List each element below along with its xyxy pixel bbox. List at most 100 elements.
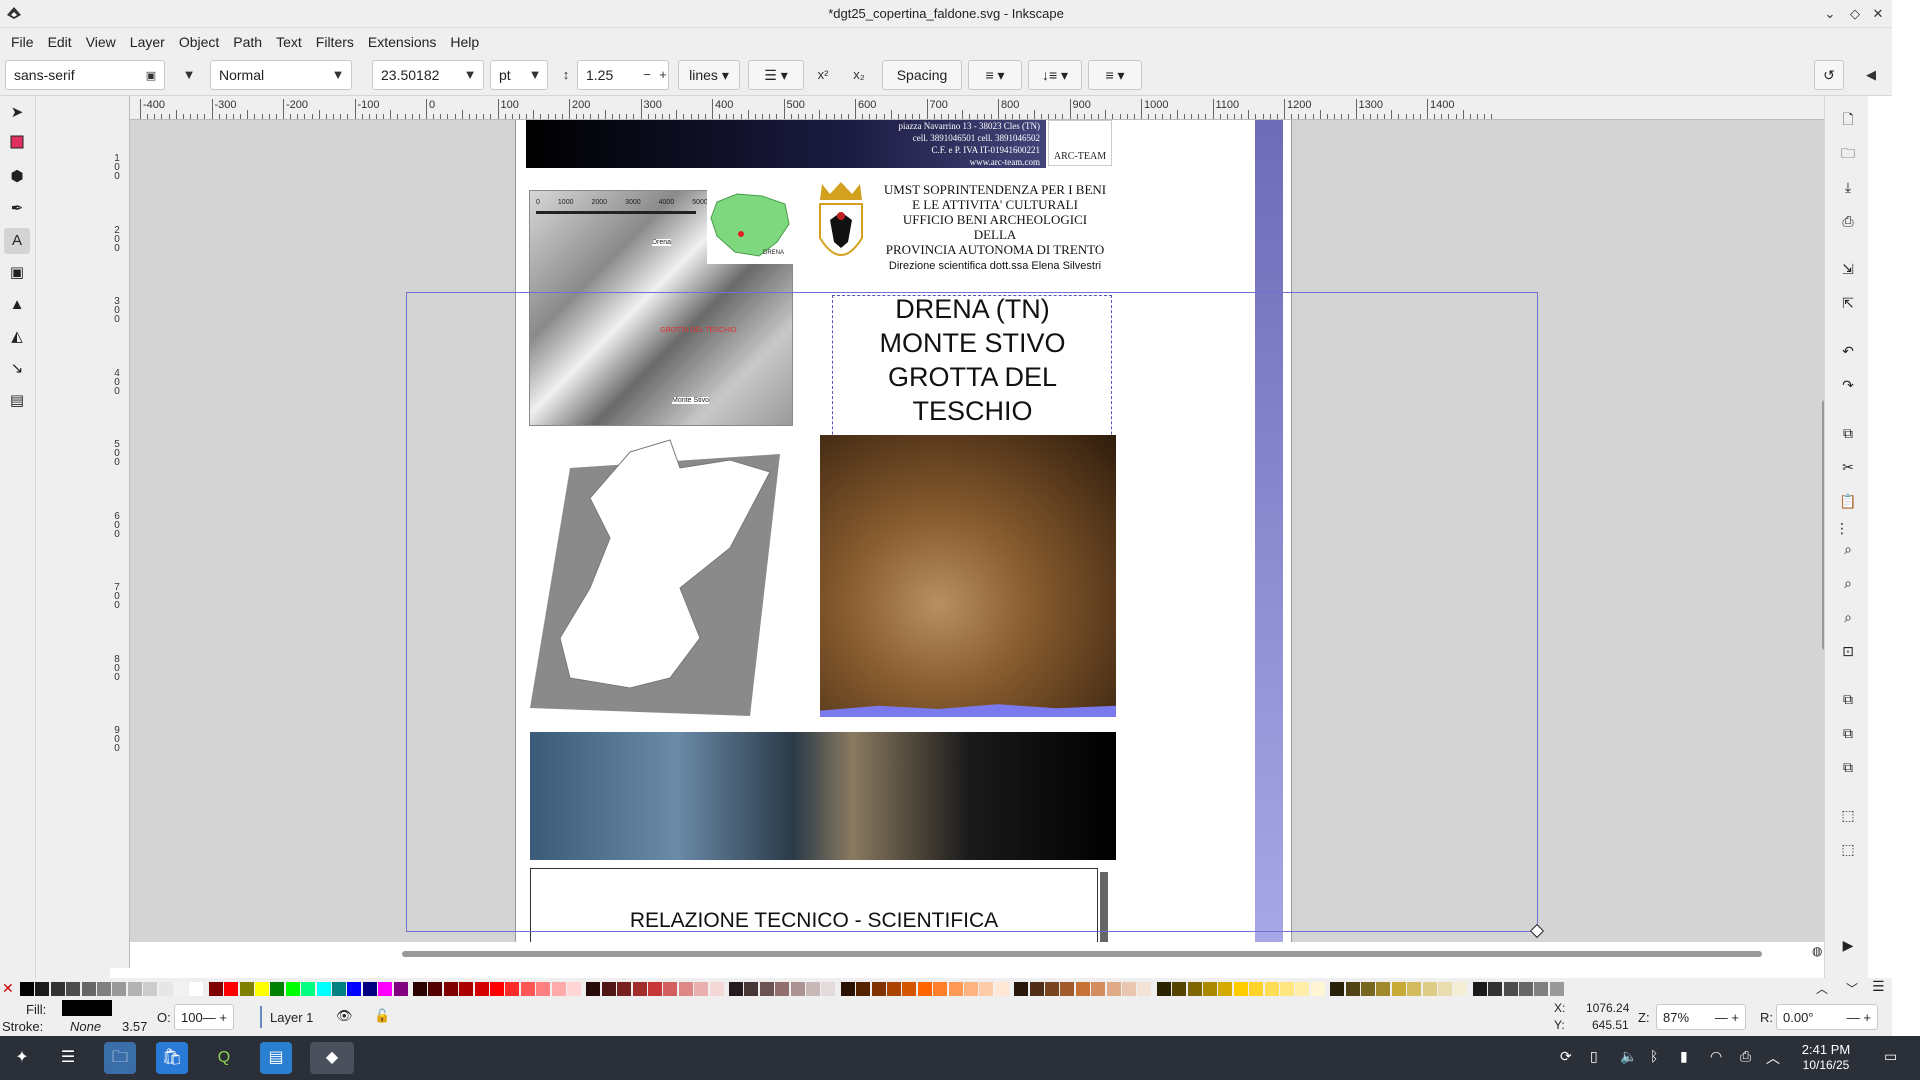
- bluetooth-icon[interactable]: ᛒ: [1650, 1048, 1658, 1064]
- color-swatch[interactable]: [1472, 982, 1487, 996]
- color-swatch[interactable]: [1014, 982, 1029, 996]
- color-swatch[interactable]: [174, 982, 188, 996]
- palette-scroll-down-icon[interactable]: ﹀: [1846, 980, 1858, 997]
- text-orientation-select[interactable]: ↓≡ ▾: [1028, 60, 1082, 90]
- color-swatch[interactable]: [994, 982, 1009, 996]
- color-swatch[interactable]: [1310, 982, 1325, 996]
- color-swatch[interactable]: [490, 982, 504, 996]
- horizontal-ruler[interactable]: -400 -300 -200 -100 0 100 200 300 400 500 600 700 80…: [128, 96, 1824, 120]
- superscript-icon[interactable]: x²: [812, 64, 834, 86]
- font-family-dropdown-icon[interactable]: ▼: [178, 64, 200, 86]
- color-swatch[interactable]: [1060, 982, 1075, 996]
- menu-edit[interactable]: Edit: [41, 28, 79, 56]
- color-swatch[interactable]: [536, 982, 551, 996]
- color-swatch[interactable]: [1218, 982, 1233, 996]
- color-swatch[interactable]: [1156, 982, 1171, 996]
- color-swatch[interactable]: [378, 982, 393, 996]
- color-swatch[interactable]: [840, 982, 855, 996]
- color-swatch[interactable]: [50, 982, 65, 996]
- color-swatch[interactable]: [1075, 982, 1090, 996]
- minimize-icon[interactable]: ⌄: [1820, 4, 1840, 24]
- zoom-fit-icon[interactable]: ⊡: [1837, 640, 1859, 662]
- color-swatch[interactable]: [1295, 982, 1310, 996]
- color-swatch[interactable]: [413, 982, 427, 996]
- color-swatch[interactable]: [694, 982, 709, 996]
- color-swatch[interactable]: [285, 982, 300, 996]
- menu-file[interactable]: File: [4, 28, 41, 56]
- updates-icon[interactable]: ⟳: [1560, 1048, 1572, 1065]
- text-tool-icon[interactable]: A: [4, 228, 30, 254]
- color-swatch[interactable]: [224, 982, 239, 996]
- ungroup-icon[interactable]: ⬚: [1837, 838, 1859, 860]
- color-swatch[interactable]: [505, 982, 520, 996]
- rectangle-tool-icon[interactable]: [4, 132, 30, 158]
- expand-commands-icon[interactable]: ▶: [1837, 934, 1859, 956]
- color-swatch[interactable]: [1488, 982, 1503, 996]
- color-swatch[interactable]: [1519, 982, 1533, 996]
- color-swatch[interactable]: [1549, 982, 1564, 996]
- color-swatch[interactable]: [143, 982, 158, 996]
- font-family-input[interactable]: sans-serif: [5, 60, 165, 90]
- stroke-value[interactable]: None: [70, 1019, 101, 1034]
- selection-bounding-box[interactable]: [406, 292, 1538, 932]
- color-swatch[interactable]: [729, 982, 743, 996]
- dock-handle-icon[interactable]: ⋮: [1835, 520, 1849, 537]
- layer-lock-icon[interactable]: 🔓: [374, 1008, 390, 1024]
- color-swatch[interactable]: [1534, 982, 1549, 996]
- layer-visibility-icon[interactable]: 👁: [336, 1008, 353, 1024]
- color-swatch[interactable]: [601, 982, 616, 996]
- show-desktop-icon[interactable]: ▭: [1884, 1048, 1897, 1065]
- color-swatch[interactable]: [35, 982, 50, 996]
- color-swatch[interactable]: [1106, 982, 1121, 996]
- increment-icon[interactable]: +: [652, 64, 674, 86]
- color-swatch[interactable]: [821, 982, 836, 996]
- color-swatch[interactable]: [806, 982, 820, 996]
- color-swatch[interactable]: [20, 982, 34, 996]
- color-swatch[interactable]: [1172, 982, 1187, 996]
- inkscape-taskbar-icon[interactable]: ◆: [310, 1042, 354, 1074]
- color-swatch[interactable]: [1345, 982, 1360, 996]
- menu-filters[interactable]: Filters: [309, 28, 361, 56]
- menu-path[interactable]: Path: [226, 28, 269, 56]
- pages-tool-icon[interactable]: ▤: [4, 388, 30, 414]
- task-manager-icon[interactable]: ☰: [52, 1042, 84, 1074]
- color-swatch[interactable]: [97, 982, 111, 996]
- spacing-button[interactable]: Spacing: [882, 60, 962, 90]
- palette-menu-icon[interactable]: ☰: [1872, 978, 1885, 995]
- close-icon[interactable]: ✕: [1868, 4, 1888, 24]
- box3d-tool-icon[interactable]: ⬢: [4, 164, 30, 190]
- current-layer[interactable]: Layer 1: [270, 1010, 313, 1025]
- menu-extensions[interactable]: Extensions: [361, 28, 443, 56]
- color-swatch[interactable]: [158, 982, 173, 996]
- font-size-dropdown-icon[interactable]: ▼: [459, 64, 481, 86]
- color-swatch[interactable]: [347, 982, 362, 996]
- snap-toggle[interactable]: ↺: [1814, 60, 1844, 90]
- color-swatch[interactable]: [208, 982, 223, 996]
- color-swatch[interactable]: [1376, 982, 1391, 996]
- no-paint-icon[interactable]: ✕: [2, 980, 14, 997]
- color-swatch[interactable]: [902, 982, 917, 996]
- color-swatch[interactable]: [189, 982, 204, 996]
- color-swatch[interactable]: [551, 982, 566, 996]
- clone-icon[interactable]: ⧉: [1837, 722, 1859, 744]
- pen-tool-icon[interactable]: ✒: [4, 196, 30, 222]
- connector-tool-icon[interactable]: ↘: [4, 356, 30, 382]
- color-swatch[interactable]: [917, 982, 932, 996]
- color-swatch[interactable]: [586, 982, 601, 996]
- export-icon[interactable]: ⇱: [1837, 292, 1859, 314]
- color-swatch[interactable]: [1187, 982, 1202, 996]
- open-icon[interactable]: 🗀: [1837, 142, 1859, 164]
- color-swatch[interactable]: [1438, 982, 1452, 996]
- color-swatch[interactable]: [1453, 982, 1468, 996]
- color-swatch[interactable]: [239, 982, 254, 996]
- new-document-icon[interactable]: 🗋: [1837, 108, 1859, 130]
- app-launcher-icon[interactable]: ✦: [6, 1042, 38, 1074]
- color-swatch[interactable]: [1407, 982, 1422, 996]
- print-icon[interactable]: ⎙: [1837, 210, 1859, 232]
- paint-bucket-tool-icon[interactable]: ▲: [4, 292, 30, 318]
- canvas[interactable]: piazza Navarrino 13 - 38023 Cles (TN) ce…: [130, 120, 1824, 942]
- color-management-icon[interactable]: ◍: [1812, 944, 1822, 958]
- copy-icon[interactable]: ⧉: [1837, 422, 1859, 444]
- text-editor-icon[interactable]: ▤: [260, 1042, 292, 1074]
- color-swatch[interactable]: [709, 982, 724, 996]
